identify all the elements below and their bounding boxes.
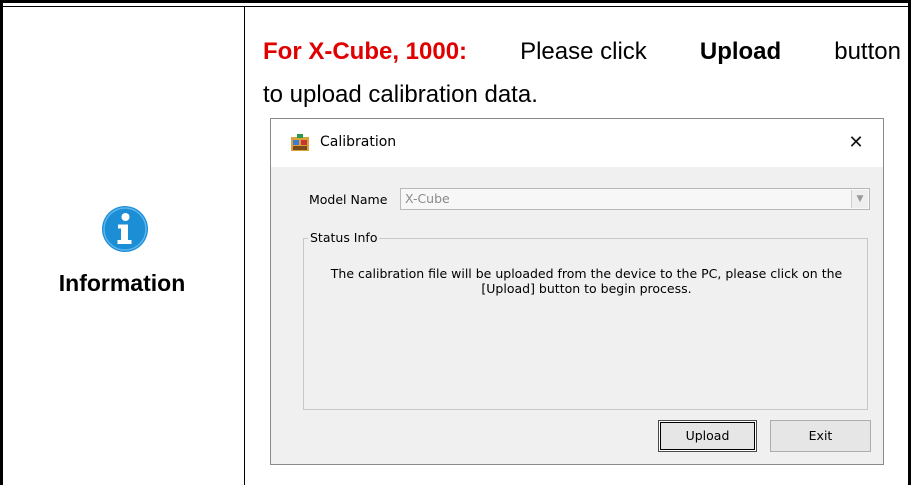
information-label: Information xyxy=(58,270,186,296)
column-divider xyxy=(244,6,245,485)
calibration-dialog: Calibration ✕ Model Name X-Cube ▼ Status… xyxy=(270,118,884,465)
upload-button[interactable]: Upload xyxy=(658,420,757,452)
model-name-value: X-Cube xyxy=(405,191,450,206)
instruction-suffix: button xyxy=(834,38,901,65)
model-highlight: For X-Cube, 1000: xyxy=(263,38,468,65)
status-message: The calibration file will be uploaded fr… xyxy=(305,266,868,296)
dialog-title: Calibration xyxy=(320,134,397,150)
status-info-group xyxy=(303,238,868,410)
instruction-line-2: to upload calibration data. xyxy=(263,81,538,108)
instruction-text: For X-Cube, 1000: Please click Upload bu… xyxy=(263,30,908,116)
instruction-line-1: For X-Cube, 1000: Please click Upload bu… xyxy=(263,30,901,73)
instruction-prefix: Please click xyxy=(520,38,647,65)
status-info-legend: Status Info xyxy=(308,230,380,245)
dialog-titlebar: Calibration ✕ xyxy=(271,119,883,167)
exit-button[interactable]: Exit xyxy=(770,420,871,452)
status-message-line-1: The calibration file will be uploaded fr… xyxy=(330,266,843,281)
status-message-line-2: [Upload] button to begin process. xyxy=(481,281,692,296)
model-name-select[interactable]: X-Cube ▼ xyxy=(400,188,870,210)
frame-top-border xyxy=(0,0,911,7)
upload-keyword: Upload xyxy=(699,38,782,65)
info-circle-icon xyxy=(102,206,148,252)
close-icon[interactable]: ✕ xyxy=(841,129,871,157)
model-name-label: Model Name xyxy=(309,192,388,207)
calibration-app-icon xyxy=(291,134,309,151)
chevron-down-icon[interactable]: ▼ xyxy=(851,190,868,208)
